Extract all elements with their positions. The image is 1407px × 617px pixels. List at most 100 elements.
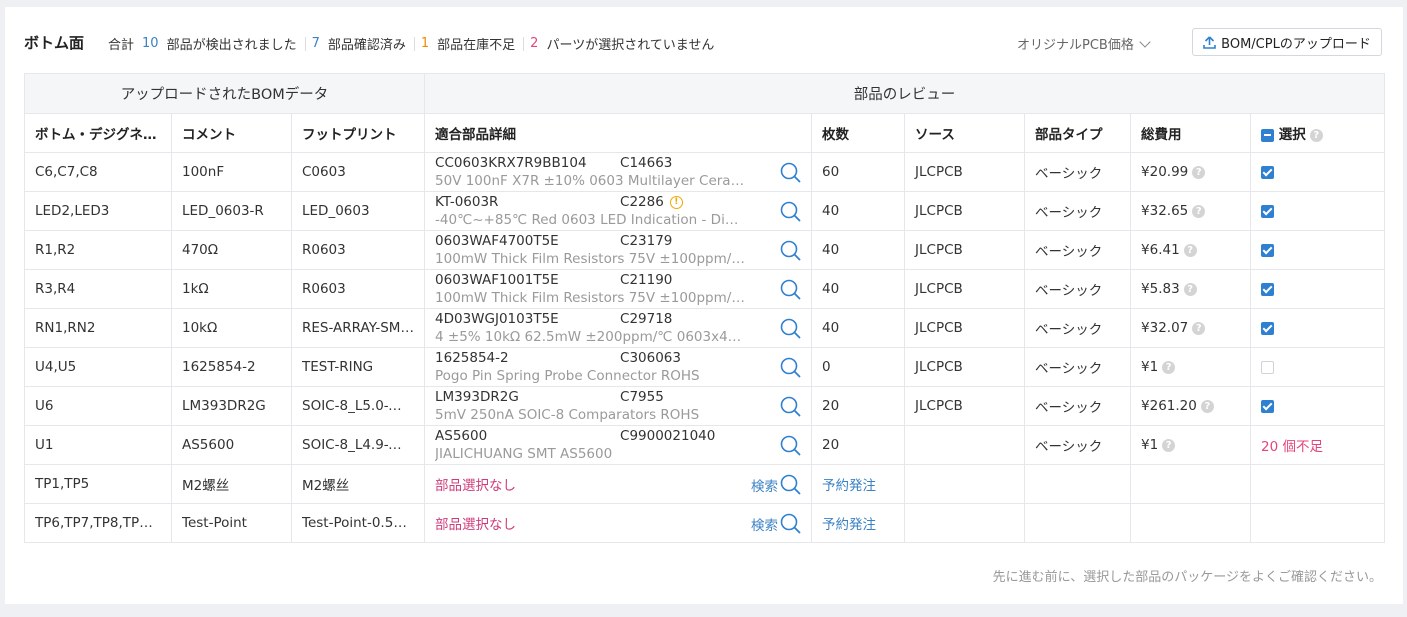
help-icon[interactable]: ? — [1183, 282, 1197, 296]
part-lcsc[interactable]: C2286 — [620, 194, 664, 211]
part-lcsc[interactable]: C14663 — [620, 155, 672, 172]
select-header-label: 選択 — [1278, 127, 1306, 143]
qty-cell: 40 — [811, 230, 906, 270]
select-cell — [1250, 503, 1386, 543]
source-cell — [904, 425, 1026, 465]
search-icon — [780, 162, 801, 183]
total-cost-cell: ¥32.65? — [1130, 191, 1252, 231]
match-detail-cell: CC0603KRX7R9BB104 C14663 50V 100nF X7R ±10… — [424, 152, 813, 192]
help-icon[interactable]: ? — [1192, 321, 1206, 335]
col-designator: ボトム・デジグネーター — [24, 113, 172, 153]
part-lcsc[interactable]: C29718 — [620, 311, 672, 328]
part-description: -40℃~+85℃ Red 0603 LED Indication - Disc… — [435, 212, 745, 228]
select-cell — [1250, 152, 1386, 192]
comment-cell: 1625854-2 — [171, 347, 292, 387]
footprint-cell: R0603 — [290, 269, 426, 309]
search-button[interactable] — [780, 357, 801, 378]
price-dropdown-label: オリジナルPCB価格 — [1017, 38, 1134, 53]
comment-cell: Test-Point — [171, 503, 292, 543]
bom-card: ボトム面 合計 10 部品が検出されました 7 部品確認済み 1 部品在庫不足 2 パーツ… — [5, 7, 1403, 604]
select-cell — [1250, 191, 1386, 231]
search-button[interactable]: 検索 — [751, 513, 801, 534]
part-lcsc[interactable]: C7955 — [620, 389, 664, 406]
search-button[interactable] — [780, 201, 801, 222]
part-mpn[interactable]: LM393DR2G — [435, 389, 620, 406]
part-mpn[interactable]: 0603WAF1001T5E — [435, 272, 620, 289]
col-qty: 枚数 — [811, 113, 906, 153]
help-icon[interactable]: ? — [1162, 360, 1176, 374]
search-button[interactable] — [780, 240, 801, 261]
help-icon[interactable]: ? — [1309, 128, 1323, 142]
total-label: 合計 — [108, 38, 135, 53]
search-button[interactable] — [780, 318, 801, 339]
help-icon[interactable]: ? — [1192, 204, 1206, 218]
total-cost-cell: ¥5.83? — [1130, 269, 1252, 309]
upload-button-label: BOM/CPLのアップロード — [1221, 36, 1371, 52]
select-all-checkbox[interactable] — [1261, 128, 1275, 142]
row-select-checkbox[interactable] — [1261, 243, 1275, 257]
match-detail-cell: 部品選択なし 検索 — [424, 464, 813, 504]
total-cost: ¥1 — [1141, 359, 1159, 375]
help-icon[interactable]: ? — [1162, 438, 1176, 452]
search-button[interactable]: 検索 — [751, 474, 801, 495]
select-cell — [1250, 347, 1386, 387]
no-part-selected: 部品選択なし — [435, 478, 517, 494]
help-icon[interactable]: ? — [1192, 165, 1206, 179]
table-row: U1 AS5600 SOIC-8_L4.9-W3.9 AS5600 C990002104… — [24, 425, 1386, 465]
no-part-selected: 部品選択なし — [435, 517, 517, 533]
type-cell: ベーシック — [1024, 152, 1132, 192]
comment-cell: AS5600 — [171, 425, 292, 465]
total-cost: ¥1 — [1141, 437, 1159, 453]
warning-icon[interactable]: ! — [669, 196, 683, 209]
pre-order-link[interactable]: 予約発注 — [822, 517, 876, 533]
total-cost-cell: ¥32.07? — [1130, 308, 1252, 348]
part-mpn[interactable]: CC0603KRX7R9BB104 — [435, 155, 620, 172]
row-select-checkbox[interactable] — [1261, 165, 1275, 179]
part-lcsc[interactable]: C306063 — [620, 350, 681, 367]
comment-cell: 1kΩ — [171, 269, 292, 309]
price-dropdown[interactable]: オリジナルPCB価格 — [1017, 34, 1151, 53]
part-mpn[interactable]: 0603WAF4700T5E — [435, 233, 620, 250]
upload-bom-cpl-button[interactable]: BOM/CPLのアップロード — [1192, 28, 1382, 56]
row-select-checkbox[interactable] — [1261, 204, 1275, 218]
part-lcsc[interactable]: C21190 — [620, 272, 672, 289]
row-select-checkbox[interactable] — [1261, 399, 1275, 413]
part-lcsc[interactable]: C9900021040 — [620, 428, 715, 445]
type-cell: ベーシック — [1024, 191, 1132, 231]
match-detail-cell: LM393DR2G C7955 5mV 250nA SOIC-8 Comparato… — [424, 386, 813, 426]
part-mpn[interactable]: AS5600 — [435, 428, 620, 445]
footprint-cell: LED_0603 — [290, 191, 426, 231]
total-cost: ¥6.41 — [1141, 242, 1180, 258]
part-description: 4 ±5% 10kΩ 62.5mW ±200ppm/℃ 0603x4 Resis… — [435, 329, 745, 345]
help-icon[interactable]: ? — [1200, 399, 1214, 413]
table-row: TP6,TP7,TP8,TP9,TP10 Test-Point Test-Point… — [24, 503, 1386, 543]
total-cost: ¥20.99 — [1141, 164, 1189, 180]
search-button[interactable] — [780, 162, 801, 183]
chevron-down-icon — [1139, 35, 1151, 48]
part-mpn[interactable]: 1625854-2 — [435, 350, 620, 367]
shortage-label: 部品在庫不足 — [437, 38, 516, 53]
search-button[interactable] — [780, 435, 801, 456]
search-icon — [780, 201, 801, 222]
search-button[interactable] — [780, 396, 801, 417]
part-lcsc[interactable]: C23179 — [620, 233, 672, 250]
help-icon[interactable]: ? — [1183, 243, 1197, 257]
row-select-checkbox[interactable] — [1261, 360, 1275, 374]
designator-cell: U6 — [24, 386, 172, 426]
comment-cell: LED_0603-R — [171, 191, 292, 231]
source-cell: JLCPCB — [904, 386, 1026, 426]
part-mpn[interactable]: 4D03WGJ0103T5E — [435, 311, 620, 328]
part-mpn[interactable]: KT-0603R — [435, 194, 620, 211]
search-icon — [780, 513, 801, 534]
row-select-checkbox[interactable] — [1261, 321, 1275, 335]
pre-order-link[interactable]: 予約発注 — [822, 478, 876, 494]
comment-cell: M2螺丝 — [171, 464, 292, 504]
row-select-checkbox[interactable] — [1261, 282, 1275, 296]
source-cell: JLCPCB — [904, 230, 1026, 270]
total-cost-cell: ¥1? — [1130, 425, 1252, 465]
search-button[interactable] — [780, 279, 801, 300]
match-detail-cell: 0603WAF4700T5E C23179 100mW Thick Film Res… — [424, 230, 813, 270]
footprint-cell: C0603 — [290, 152, 426, 192]
qty-cell: 60 — [811, 152, 906, 192]
table-row: TP1,TP5 M2螺丝 M2螺丝 部品選択なし 検索 予約発注 — [24, 464, 1386, 504]
